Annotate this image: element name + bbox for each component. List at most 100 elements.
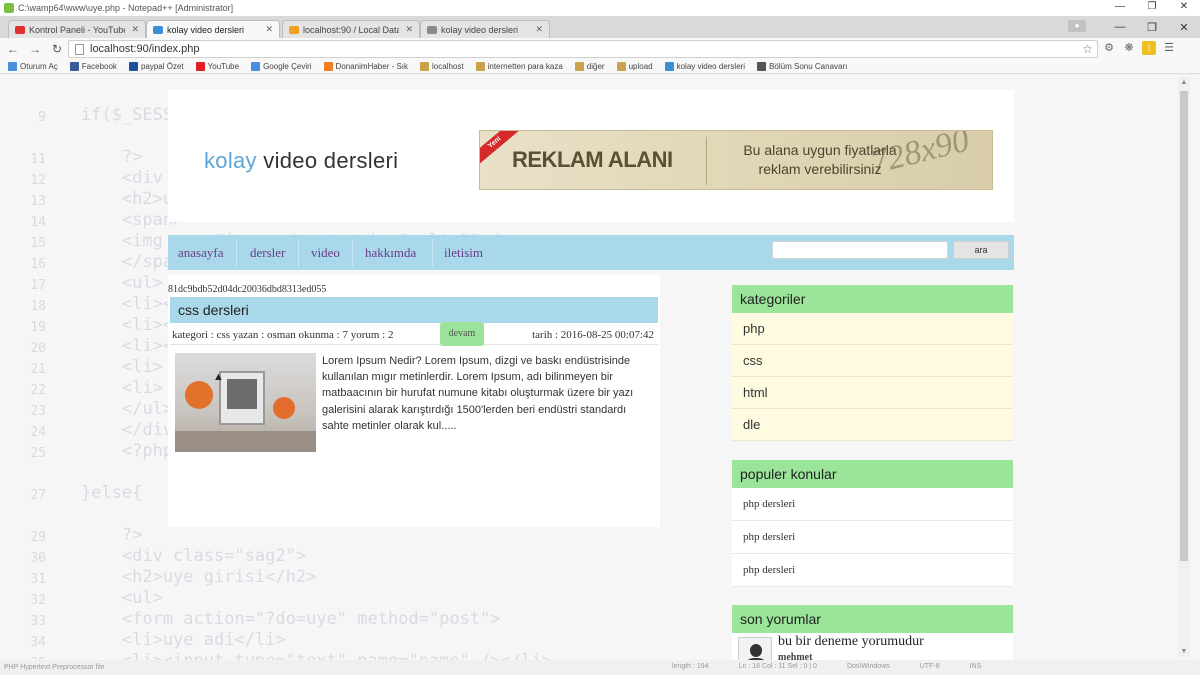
tab-youtube[interactable]: Kontrol Paneli - YouTube ✕: [8, 20, 146, 38]
comment-text: bu bir deneme yorumudur: [778, 634, 924, 649]
code-line-number: 22: [30, 383, 46, 398]
paypal-icon: [128, 62, 138, 71]
bookmark-item[interactable]: paypal Özet: [128, 62, 184, 71]
bookmark-item[interactable]: DonanimHaber - Sık: [323, 62, 408, 71]
search-button[interactable]: ara: [953, 241, 1009, 259]
bookmark-item[interactable]: Google Çeviri: [251, 62, 312, 71]
categories-title: kategoriler: [732, 285, 1013, 313]
code-line-number: 31: [30, 572, 46, 587]
status-right: length : 194 Ln : 18 Col : 11 Sel : 0 | …: [672, 663, 981, 670]
tab-kolay-video[interactable]: kolay video dersleri ✕: [146, 20, 280, 38]
tab-close-icon[interactable]: ✕: [131, 24, 139, 35]
code-line: ?>: [40, 525, 143, 545]
nav-item-dersler[interactable]: dersler: [250, 245, 285, 261]
forward-arrow-icon[interactable]: →: [26, 42, 44, 56]
bookmark-item[interactable]: Oturum Aç: [8, 62, 58, 71]
nav-item-hakkimda[interactable]: hakkımda: [365, 245, 416, 261]
restore-icon[interactable]: ❐: [1136, 0, 1168, 16]
bookmark-item[interactable]: localhost: [420, 62, 464, 71]
bookmark-label: internetten para kaza: [487, 62, 563, 71]
youtube-icon: [195, 62, 205, 71]
bookmark-label: Bölüm Sonu Canavarı: [769, 62, 848, 71]
chrome-menu-icon[interactable]: ☰: [1162, 41, 1176, 55]
nav-item-iletisim[interactable]: iletisim: [444, 245, 483, 261]
tab-close-icon[interactable]: ✕: [405, 24, 413, 35]
category-item[interactable]: css: [732, 345, 1013, 377]
ad-title: REKLAM ALANI: [512, 147, 673, 172]
minimize-icon[interactable]: —: [1104, 0, 1136, 16]
chrome-restore-icon[interactable]: ❐: [1136, 21, 1168, 34]
bookmark-item[interactable]: upload: [616, 62, 653, 71]
reload-icon[interactable]: ↻: [48, 42, 66, 56]
post-thumbnail[interactable]: ▲: [175, 353, 316, 452]
close-icon[interactable]: ✕: [1168, 0, 1200, 16]
popular-item[interactable]: php dersleri: [732, 554, 1013, 587]
code-line: }else{: [40, 483, 143, 503]
comments-title: son yorumlar: [732, 605, 1013, 633]
apps-grid-icon: [8, 62, 17, 71]
bookmarks-bar: Oturum Aç Facebook paypal Özet YouTube G…: [0, 60, 1200, 74]
post-title[interactable]: css dersleri: [170, 297, 658, 323]
extension-gear-icon[interactable]: ⚙: [1102, 41, 1116, 55]
ad-size: 728x90: [866, 130, 973, 182]
category-item[interactable]: html: [732, 377, 1013, 409]
bookmark-label: kolay video dersleri: [676, 62, 746, 71]
code-line-number: 13: [30, 194, 46, 209]
category-item[interactable]: php: [732, 313, 1013, 345]
read-more-button[interactable]: devam: [440, 322, 484, 346]
page-info-icon[interactable]: [75, 43, 84, 55]
bookmark-item[interactable]: YouTube: [195, 62, 239, 71]
code-line: ?>: [40, 147, 143, 167]
bookmark-item[interactable]: Bölüm Sonu Canavarı: [757, 62, 847, 71]
search-input[interactable]: [772, 241, 948, 259]
popular-item[interactable]: php dersleri: [732, 488, 1013, 521]
folder-icon: [475, 62, 485, 71]
category-item[interactable]: dle: [732, 409, 1013, 441]
popular-item[interactable]: php dersleri: [732, 521, 1013, 554]
chrome-profile-icon[interactable]: ●: [1068, 20, 1086, 32]
scroll-down-icon[interactable]: ▼: [1178, 648, 1190, 655]
nav-separator: [432, 239, 433, 267]
code-line-number: 12: [30, 173, 46, 188]
tab-close-icon[interactable]: ✕: [535, 24, 543, 35]
bookmark-item[interactable]: internetten para kaza: [475, 62, 563, 71]
extension-puzzle-icon[interactable]: ❋: [1122, 41, 1136, 55]
popular-title: populer konular: [732, 460, 1013, 488]
tab-kolay-video-2[interactable]: kolay video dersleri ✕: [420, 20, 550, 38]
code-line-number: 29: [30, 530, 46, 545]
bookmark-star-icon[interactable]: ☆: [1082, 42, 1093, 56]
nav-item-anasayfa[interactable]: anasayfa: [178, 245, 223, 261]
code-line-number: 20: [30, 341, 46, 356]
chrome-close-icon[interactable]: ✕: [1168, 21, 1200, 34]
nav-separator: [352, 239, 353, 267]
ad-banner[interactable]: Yeni REKLAM ALANI Bu alana uygun fiyatla…: [479, 130, 993, 190]
status-position: Ln : 18 Col : 11 Sel : 0 | 0: [738, 663, 817, 670]
extension-warning-icon[interactable]: !: [1142, 41, 1156, 55]
code-line: <?php: [40, 441, 174, 461]
browser-tabstrip: Kontrol Paneli - YouTube ✕ kolay video d…: [0, 16, 1200, 38]
address-bar[interactable]: localhost:90/index.php ☆: [68, 40, 1098, 58]
scrollbar-thumb[interactable]: [1180, 91, 1188, 561]
tab-close-icon[interactable]: ✕: [265, 24, 273, 35]
categories-box: kategoriler php css html dle: [732, 285, 1013, 441]
bookmark-item[interactable]: Facebook: [69, 62, 117, 71]
chrome-minimize-icon[interactable]: —: [1104, 21, 1136, 33]
code-line: <li>uye adi</li>: [40, 630, 286, 650]
status-eol: Dos\Windows: [846, 663, 890, 670]
logo-accent-text: kolay: [204, 148, 257, 173]
page-icon: [664, 62, 674, 71]
page-viewport: 9 if($_SESSION){11 ?>12 <div class="sag3…: [0, 75, 1200, 660]
page-scrollbar[interactable]: ▲ ▼: [1178, 77, 1190, 657]
post-divider: [170, 344, 658, 345]
tab-label: kolay video dersleri: [167, 24, 245, 35]
comment-item[interactable]: bu bir deneme yorumudur mehmet: [732, 633, 1013, 660]
site-logo[interactable]: kolay video dersleri: [204, 148, 398, 174]
code-line-number: 25: [30, 446, 46, 461]
bookmark-item[interactable]: kolay video dersleri: [664, 62, 746, 71]
tab-phpmyadmin[interactable]: localhost:90 / Local Datab ✕: [282, 20, 420, 38]
code-line: <ul>: [40, 273, 163, 293]
scroll-up-icon[interactable]: ▲: [1178, 79, 1190, 86]
nav-item-video[interactable]: video: [311, 245, 340, 261]
bookmark-item[interactable]: diğer: [574, 62, 605, 71]
back-arrow-icon[interactable]: ←: [4, 42, 22, 56]
